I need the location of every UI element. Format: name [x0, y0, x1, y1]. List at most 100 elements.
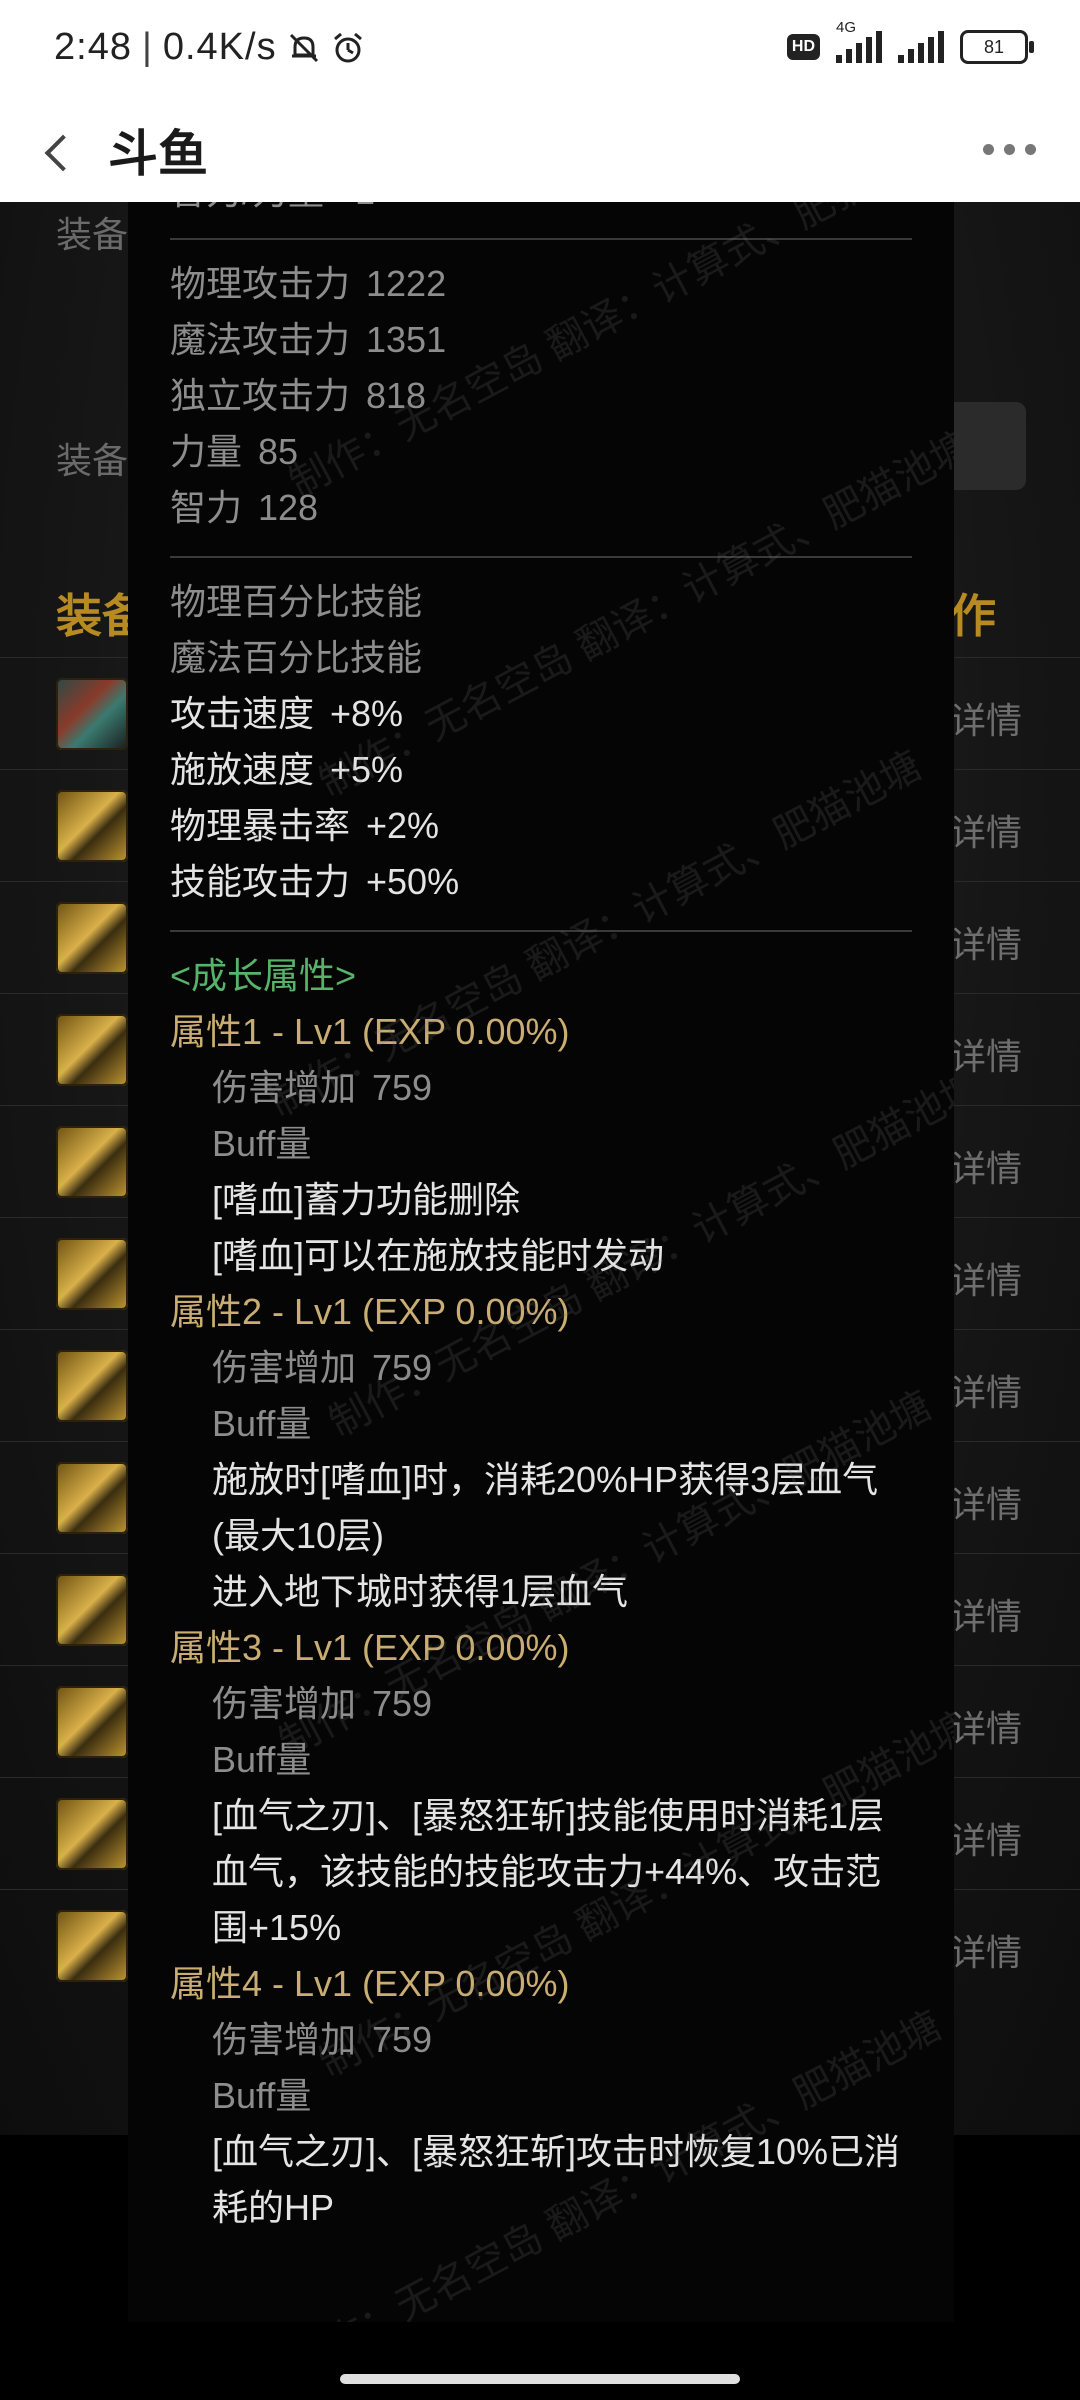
equipment-thumbnail — [56, 1798, 128, 1870]
damage-value: 759 — [372, 1067, 433, 1108]
stat-line: 力量 85 — [170, 424, 912, 480]
tooltip-top-fragment: 智力/力量 +1 — [170, 202, 375, 220]
attribute-effect: [血气之刃]、[暴怒狂斩]攻击时恢复10%已消耗的HP — [212, 2131, 901, 2228]
bonus-value: +2% — [366, 805, 440, 846]
network-speed: 0.4K/s — [162, 26, 277, 68]
attribute-damage: 伤害增加 759 — [170, 1676, 912, 1732]
detail-link[interactable]: 详情 — [950, 692, 1022, 744]
item-tooltip: 智力/力量 +1 物理攻击力 1222 魔法攻击力 1351 独立攻击力 818 力量 85 智… — [128, 202, 954, 2322]
stat-name: 智力 — [170, 487, 243, 528]
equipment-thumbnail — [56, 902, 128, 974]
attribute-title: 属性2 - Lv1 (EXP 0.00%) — [170, 1291, 570, 1332]
detail-link[interactable]: 详情 — [950, 1252, 1022, 1304]
equipment-thumbnail — [56, 1126, 128, 1198]
stat-name: 力量 — [170, 431, 243, 472]
bonus-line: 技能攻击力 +50% — [170, 854, 912, 910]
status-right: HD 4G 81 — [786, 19, 1034, 64]
detail-link[interactable]: 详情 — [950, 1028, 1022, 1080]
attribute-damage: 伤害增加 759 — [170, 2012, 912, 2068]
detail-link[interactable]: 详情 — [950, 1140, 1022, 1192]
app-bar: 斗鱼 — [0, 102, 1080, 202]
detail-link[interactable]: 详情 — [950, 1476, 1022, 1528]
attribute-damage: 伤害增加 759 — [170, 1060, 912, 1116]
attribute-title: 属性4 - Lv1 (EXP 0.00%) — [170, 1963, 570, 2004]
bg-label-equipment-2: 装备 — [56, 440, 129, 481]
equipment-thumbnail — [56, 1686, 128, 1758]
stat-value: 128 — [258, 487, 319, 528]
hd-badge: HD — [786, 34, 820, 60]
equipment-thumbnail — [56, 1574, 128, 1646]
page-title: 斗鱼 — [108, 126, 208, 182]
back-icon[interactable] — [40, 132, 80, 172]
bonus-name: 技能攻击力 — [170, 861, 351, 902]
stats-block: 物理攻击力 1222 魔法攻击力 1351 独立攻击力 818 力量 85 智力 128 — [170, 240, 912, 536]
home-indicator[interactable] — [340, 2374, 740, 2384]
detail-link[interactable]: 详情 — [950, 1700, 1022, 1752]
detail-link[interactable]: 详情 — [950, 1812, 1022, 1864]
skill-line: 物理百分比技能 — [170, 581, 423, 622]
network-type: 4G — [836, 19, 857, 36]
bonus-line: 攻击速度 +8% — [170, 686, 912, 742]
damage-label: 伤害增加 — [212, 1067, 357, 1108]
attribute-damage: 伤害增加 759 — [170, 1340, 912, 1396]
growth-block: <成长属性> 属性1 - Lv1 (EXP 0.00%) 伤害增加 759 Buff量… — [170, 932, 912, 2236]
detail-link[interactable]: 详情 — [950, 916, 1022, 968]
bonus-value: +50% — [366, 861, 460, 902]
signal-4g-icon: 4G — [836, 19, 882, 63]
equipment-thumbnail — [56, 1910, 128, 1982]
attribute-buff: Buff量 — [212, 1403, 312, 1444]
damage-value: 759 — [372, 1683, 433, 1724]
attribute-buff: Buff量 — [212, 1739, 312, 1780]
detail-link[interactable]: 详情 — [950, 1924, 1022, 1976]
equipment-thumbnail — [56, 790, 128, 862]
alarm-icon — [333, 32, 362, 62]
stat-value: 818 — [366, 375, 427, 416]
status-left: 2:48 | 0.4K/s — [54, 26, 365, 69]
bonus-line: 物理暴击率 +2% — [170, 798, 912, 854]
equipment-thumbnail — [56, 1350, 128, 1422]
bonus-name: 攻击速度 — [170, 693, 315, 734]
bonus-name: 物理暴击率 — [170, 805, 351, 846]
stat-name: 物理攻击力 — [170, 263, 351, 304]
stat-line: 独立攻击力 818 — [170, 368, 912, 424]
status-bar: 2:48 | 0.4K/s HD 4G 81 — [0, 0, 1080, 102]
equipment-thumbnail — [56, 1238, 128, 1310]
stat-value: 85 — [258, 431, 299, 472]
stat-line: 智力 128 — [170, 480, 912, 536]
stat-value: 1351 — [366, 319, 447, 360]
attribute-effect: [嗜血]蓄力功能删除 — [212, 1179, 521, 1220]
signal-bars-2-icon — [898, 31, 944, 63]
stat-value: 1222 — [366, 263, 447, 304]
status-separator: | — [141, 26, 153, 68]
bonus-value: +8% — [330, 693, 404, 734]
stat-name: 魔法攻击力 — [170, 319, 351, 360]
bg-label-equipment: 装备 — [56, 214, 129, 255]
status-time: 2:48 — [54, 26, 132, 68]
battery-icon: 81 — [960, 30, 1034, 64]
damage-label: 伤害增加 — [212, 1683, 357, 1724]
attribute-effect: [血气之刃]、[暴怒狂斩]技能使用时消耗1层血气，该技能的技能攻击力+44%、攻… — [212, 1795, 885, 1948]
attribute-buff: Buff量 — [212, 1123, 312, 1164]
attribute-effect: 施放时[嗜血]时，消耗20%HP获得3层血气(最大10层) — [212, 1459, 879, 1556]
skills-block: 物理百分比技能 魔法百分比技能 攻击速度 +8% 施放速度 +5% 物理暴击率 +2% 技能… — [170, 558, 912, 910]
attribute-buff: Buff量 — [212, 2075, 312, 2116]
equipment-thumbnail — [56, 678, 128, 750]
stat-name: 独立攻击力 — [170, 375, 351, 416]
detail-link[interactable]: 详情 — [950, 1588, 1022, 1640]
detail-link[interactable]: 详情 — [950, 804, 1022, 856]
damage-label: 伤害增加 — [212, 2019, 357, 2060]
attribute-effect: [嗜血]可以在施放技能时发动 — [212, 1235, 665, 1276]
damage-value: 759 — [372, 1347, 433, 1388]
bonus-value: +5% — [330, 749, 404, 790]
attribute-effect: 进入地下城时获得1层血气 — [212, 1571, 629, 1612]
damage-label: 伤害增加 — [212, 1347, 357, 1388]
stat-line: 物理攻击力 1222 — [170, 256, 912, 312]
bell-muted-icon — [289, 33, 318, 62]
attribute-title: 属性3 - Lv1 (EXP 0.00%) — [170, 1627, 570, 1668]
detail-link[interactable]: 详情 — [950, 1364, 1022, 1416]
bonus-line: 施放速度 +5% — [170, 742, 912, 798]
damage-value: 759 — [372, 2019, 433, 2060]
stat-line: 魔法攻击力 1351 — [170, 312, 912, 368]
more-options-icon[interactable] — [983, 144, 1036, 155]
equipment-thumbnail — [56, 1462, 128, 1534]
